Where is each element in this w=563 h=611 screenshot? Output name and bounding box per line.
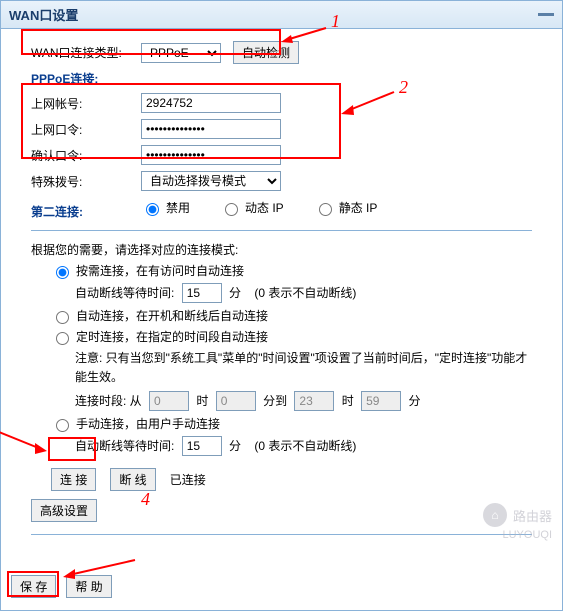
wan-type-select[interactable]: PPPoE xyxy=(141,43,221,63)
watermark: ⌂ 路由器 xyxy=(483,503,552,527)
period-label: 连接时段: 从 xyxy=(75,394,142,408)
second-conn-dynamic[interactable]: 动态 IP xyxy=(220,199,284,216)
confirm-label: 确认口令: xyxy=(31,147,141,164)
advanced-settings-button[interactable]: 高级设置 xyxy=(31,499,97,522)
footer: 保 存 帮 助 xyxy=(1,575,562,610)
account-input[interactable] xyxy=(141,93,281,113)
mode-timed[interactable]: 定时连接，在指定的时间段自动连接 xyxy=(51,328,532,345)
from-hour-input xyxy=(149,391,189,411)
wan-type-label: WAN口连接类型: xyxy=(31,44,141,61)
second-connection-label: 第二连接: xyxy=(31,203,141,220)
confirm-password-input[interactable] xyxy=(141,145,281,165)
mode-auto[interactable]: 自动连接，在开机和断线后自动连接 xyxy=(51,307,532,324)
second-conn-disabled[interactable]: 禁用 xyxy=(141,199,190,216)
timed-note: 注意: 只有当您到"系统工具"菜单的"时间设置"项设置了当前时间后，"定时连接"… xyxy=(75,349,532,387)
connection-type-row: WAN口连接类型: PPPoE 自动检测 xyxy=(31,41,532,64)
watermark-sub: LUYOUQI xyxy=(502,529,552,541)
to-hour-input xyxy=(294,391,334,411)
idle-label: 自动断线等待时间: xyxy=(75,286,174,300)
password-input[interactable] xyxy=(141,119,281,139)
password-label: 上网口令: xyxy=(31,121,141,138)
pppoe-legend: PPPoE连接: xyxy=(31,70,532,87)
from-min-input xyxy=(216,391,256,411)
router-icon: ⌂ xyxy=(483,503,507,527)
pppoe-fieldset: PPPoE连接: 上网帐号: 上网口令: 确认口令: 特殊拨号: 自动选择拨号模… xyxy=(31,70,532,224)
help-button[interactable]: 帮 助 xyxy=(66,575,111,598)
window-title: WAN口设置 xyxy=(9,5,78,24)
connection-modes: 按需连接，在有访问时自动连接 自动断线等待时间: 分 (0 表示不自动断线) 自… xyxy=(51,262,532,491)
mode-intro: 根据您的需要，请选择对应的连接模式: xyxy=(31,241,532,258)
to-min-input xyxy=(361,391,401,411)
window-body: WAN口连接类型: PPPoE 自动检测 PPPoE连接: 上网帐号: 上网口令… xyxy=(1,29,562,555)
mode-manual[interactable]: 手动连接，由用户手动连接 xyxy=(51,415,532,432)
account-label: 上网帐号: xyxy=(31,95,141,112)
minimize-icon[interactable] xyxy=(538,13,554,16)
second-conn-static[interactable]: 静态 IP xyxy=(314,199,378,216)
connect-button[interactable]: 连 接 xyxy=(51,468,96,491)
special-dial-select[interactable]: 自动选择拨号模式 xyxy=(141,171,281,191)
save-button[interactable]: 保 存 xyxy=(11,575,56,598)
idle-time-input-2[interactable] xyxy=(182,436,222,456)
special-dial-label: 特殊拨号: xyxy=(31,173,141,190)
idle-time-input[interactable] xyxy=(182,283,222,303)
idle-note: (0 表示不自动断线) xyxy=(254,286,356,300)
connection-status: 已连接 xyxy=(170,471,206,488)
wan-settings-window: WAN口设置 WAN口连接类型: PPPoE 自动检测 PPPoE连接: 上网帐… xyxy=(0,0,563,611)
disconnect-button[interactable]: 断 线 xyxy=(110,468,155,491)
arrow-3 xyxy=(0,429,54,459)
auto-detect-button[interactable]: 自动检测 xyxy=(233,41,299,64)
mode-demand[interactable]: 按需连接，在有访问时自动连接 xyxy=(51,262,532,279)
titlebar: WAN口设置 xyxy=(1,1,562,29)
